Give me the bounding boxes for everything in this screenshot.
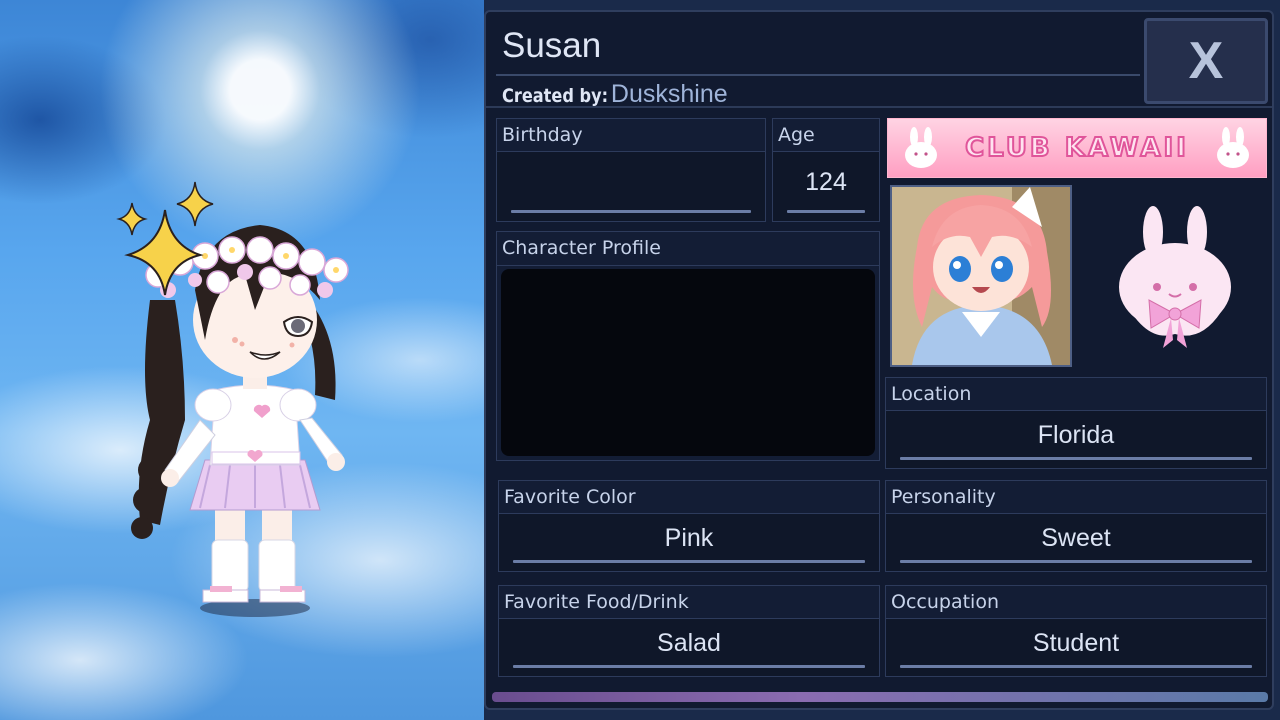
- occupation-underline: [900, 665, 1252, 668]
- personality-underline: [900, 560, 1252, 563]
- favorite-color-label: Favorite Color: [499, 481, 879, 514]
- banner-text: CLUB KAWAII: [964, 132, 1189, 164]
- location-label: Location: [886, 378, 1266, 411]
- character-info-panel: Susan Created by: Duskshine X Birthday A…: [484, 10, 1274, 710]
- bunny-mascot-icon: [1119, 206, 1231, 348]
- club-kawaii-banner: CLUB KAWAII: [887, 118, 1267, 178]
- character-profile-field: Character Profile: [496, 231, 880, 461]
- favorite-food-label: Favorite Food/Drink: [499, 586, 879, 619]
- bunny-icon: [905, 127, 937, 168]
- birthday-value[interactable]: [497, 153, 765, 211]
- favorite-food-underline: [513, 665, 865, 668]
- age-underline: [787, 210, 865, 213]
- title-divider: [496, 74, 1140, 76]
- birthday-label: Birthday: [497, 119, 765, 152]
- location-field[interactable]: Location Florida: [885, 377, 1267, 469]
- location-value[interactable]: Florida: [886, 412, 1266, 458]
- favorite-color-value[interactable]: Pink: [499, 515, 879, 561]
- occupation-field[interactable]: Occupation Student: [885, 585, 1267, 677]
- created-by-label: Created by:: [502, 85, 609, 107]
- age-field[interactable]: Age 124: [772, 118, 880, 222]
- panel-bottom-bar: [492, 692, 1268, 702]
- occupation-value[interactable]: Student: [886, 620, 1266, 666]
- character-profile-textarea[interactable]: [501, 269, 875, 456]
- close-icon: X: [1188, 32, 1224, 90]
- character-sprite: [116, 181, 349, 617]
- close-button[interactable]: X: [1144, 18, 1268, 104]
- character-portrait: [890, 185, 1072, 367]
- character-name: Susan: [502, 26, 602, 65]
- age-value[interactable]: 124: [773, 153, 879, 211]
- character-preview: [0, 0, 484, 720]
- header-divider: [486, 106, 1272, 108]
- occupation-label: Occupation: [886, 586, 1266, 619]
- creator-name: Duskshine: [610, 80, 728, 108]
- favorite-color-underline: [513, 560, 865, 563]
- portrait-image: [892, 187, 1070, 365]
- favorite-food-field[interactable]: Favorite Food/Drink Salad: [498, 585, 880, 677]
- birthday-field[interactable]: Birthday: [496, 118, 766, 222]
- birthday-underline: [511, 210, 751, 213]
- bunny-icon: [1217, 127, 1249, 168]
- personality-label: Personality: [886, 481, 1266, 514]
- personality-field[interactable]: Personality Sweet: [885, 480, 1267, 572]
- character-profile-label: Character Profile: [497, 232, 879, 266]
- location-underline: [900, 457, 1252, 460]
- favorite-color-field[interactable]: Favorite Color Pink: [498, 480, 880, 572]
- favorite-food-value[interactable]: Salad: [499, 620, 879, 666]
- age-label: Age: [773, 119, 879, 152]
- creator-row: Created by: Duskshine: [502, 80, 728, 109]
- title-area: Susan Created by: Duskshine: [492, 18, 1142, 108]
- personality-value[interactable]: Sweet: [886, 515, 1266, 561]
